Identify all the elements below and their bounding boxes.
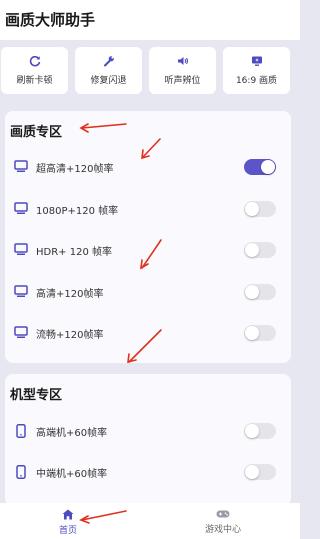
aspect-16-9-label: 16:9 画质 — [235, 76, 278, 86]
app-header: 画质大师助手 — [0, 0, 300, 40]
phone-icon — [16, 424, 26, 438]
refresh-stutter-label: 刷新卡顿 — [16, 76, 53, 86]
monitor-icon — [14, 160, 28, 172]
quality-toggle-smooth[interactable] — [244, 325, 276, 341]
bottom-nav: 首页 游戏中心 — [0, 503, 300, 539]
nav-home[interactable]: 首页 — [28, 509, 108, 536]
device-row-mid-range: 中端机+60帧率 — [5, 457, 291, 487]
quality-label: 高清+120帧率 — [36, 289, 104, 300]
toggle-knob — [261, 160, 275, 174]
quality-label: 1080P+120 帧率 — [36, 206, 119, 217]
gamepad-icon — [216, 510, 230, 518]
nav-game-center[interactable]: 游戏中心 — [183, 509, 263, 535]
monitor-icon — [251, 56, 262, 66]
quality-section: 画质专区 超高清+120帧率 1080P+120 帧率 HDR+ 120 帧率 … — [5, 111, 291, 363]
monitor-icon — [14, 326, 28, 338]
sound-locate-button[interactable]: 听声辨位 — [149, 47, 216, 94]
quality-label: 超高清+120帧率 — [36, 164, 114, 175]
device-label: 高端机+60帧率 — [36, 428, 108, 439]
quality-toggle-hdr[interactable] — [244, 242, 276, 258]
monitor-icon — [14, 285, 28, 297]
home-icon — [62, 509, 74, 520]
app-title: 画质大师助手 — [5, 11, 96, 29]
toggle-knob — [245, 465, 259, 479]
monitor-icon — [14, 243, 28, 255]
quality-row-smooth: 流畅+120帧率 — [5, 318, 291, 348]
speaker-icon — [177, 57, 188, 65]
quality-label: 流畅+120帧率 — [36, 330, 104, 341]
fix-crash-label: 修复闪退 — [90, 76, 127, 86]
quality-section-title: 画质专区 — [10, 125, 63, 140]
refresh-stutter-button[interactable]: 刷新卡顿 — [1, 47, 68, 94]
quality-toggle-hd[interactable] — [244, 284, 276, 300]
quality-row-ultra-hd: 超高清+120帧率 — [5, 152, 291, 182]
toggle-knob — [245, 243, 259, 257]
quality-toggle-ultra-hd[interactable] — [244, 159, 276, 175]
toggle-knob — [245, 202, 259, 216]
nav-home-label: 首页 — [58, 526, 77, 536]
nav-game-center-label: 游戏中心 — [204, 525, 241, 535]
device-label: 中端机+60帧率 — [36, 469, 108, 480]
quality-row-hdr: HDR+ 120 帧率 — [5, 235, 291, 265]
monitor-icon — [14, 202, 28, 214]
fix-crash-button[interactable]: 修复闪退 — [75, 47, 142, 94]
wrench-icon — [103, 56, 114, 67]
toggle-knob — [245, 285, 259, 299]
quality-row-1080p: 1080P+120 帧率 — [5, 194, 291, 224]
refresh-icon — [29, 55, 40, 67]
phone-icon — [16, 465, 26, 479]
quality-toggle-1080p[interactable] — [244, 201, 276, 217]
toggle-knob — [245, 424, 259, 438]
quality-label: HDR+ 120 帧率 — [36, 247, 112, 258]
device-toggle-high-end[interactable] — [244, 423, 276, 439]
sound-locate-label: 听声辨位 — [164, 76, 201, 86]
device-toggle-mid-range[interactable] — [244, 464, 276, 480]
aspect-16-9-button[interactable]: 16:9 画质 — [223, 47, 290, 94]
device-section: 机型专区 高端机+60帧率 中端机+60帧率 — [5, 374, 291, 506]
device-section-title: 机型专区 — [10, 388, 63, 403]
device-row-high-end: 高端机+60帧率 — [5, 416, 291, 446]
quick-actions-bar: 刷新卡顿 修复闪退 听声辨位 16:9 画质 — [0, 45, 300, 97]
toggle-knob — [245, 326, 259, 340]
quality-row-hd: 高清+120帧率 — [5, 277, 291, 307]
